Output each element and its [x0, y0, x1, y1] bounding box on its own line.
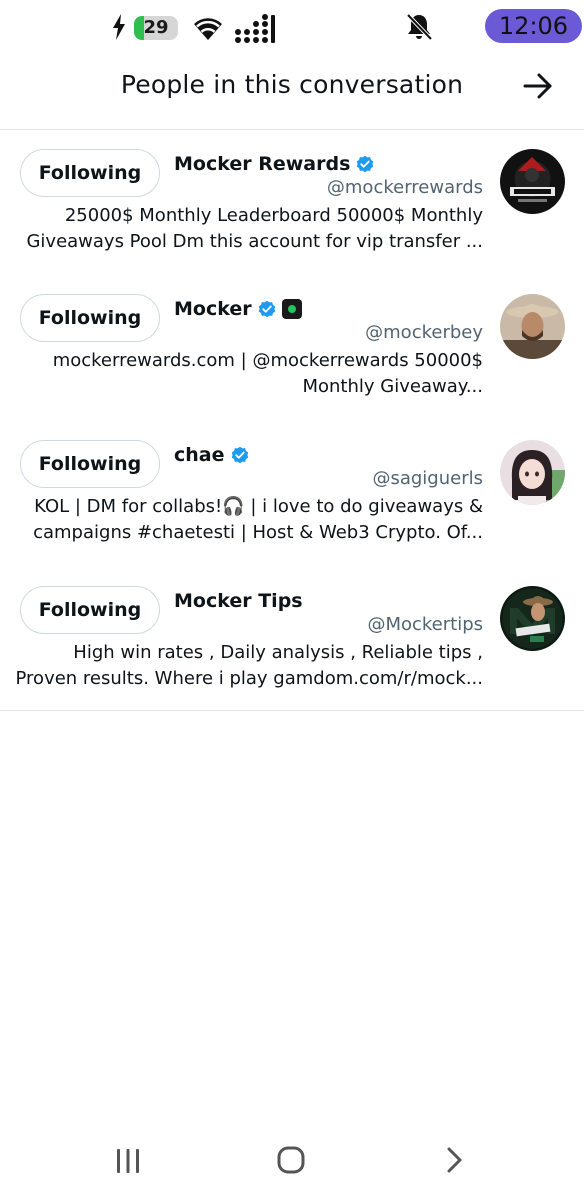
user-handle: @sagiguerls — [372, 468, 483, 489]
back-icon[interactable] — [444, 1146, 464, 1174]
user-handle: @mockerrewards — [326, 177, 483, 198]
recents-icon[interactable] — [114, 1148, 142, 1174]
display-name: Mocker Tips — [174, 590, 303, 612]
clock: 12:06 — [485, 9, 582, 43]
verified-badge-icon — [258, 300, 275, 318]
list-item[interactable]: Following Mocker @mockerbey mockerreward… — [0, 276, 584, 421]
user-handle: @Mockertips — [367, 614, 483, 635]
verified-badge-icon — [231, 446, 248, 464]
arrow-right-icon[interactable] — [522, 70, 554, 102]
list-item[interactable]: Following Mocker Rewards @mockerrewards … — [0, 131, 584, 276]
affiliate-badge-icon — [281, 299, 302, 319]
signal-icon — [235, 14, 275, 43]
user-bio: High win rates , Daily analysis , Reliab… — [15, 642, 483, 689]
avatar[interactable] — [500, 294, 565, 359]
user-handle: @mockerbey — [365, 322, 483, 343]
page-title: People in this conversation — [120, 70, 464, 99]
system-nav-bar — [0, 1120, 584, 1200]
list-item[interactable]: Following chae @sagiguerls KOL | DM for … — [0, 422, 584, 567]
user-bio: 25000$ Monthly Leaderboard 50000$ Monthl… — [26, 205, 483, 252]
wifi-icon — [194, 18, 222, 40]
verified-badge-icon — [357, 155, 374, 173]
display-name: Mocker Rewards — [174, 153, 351, 175]
battery-level: 29 — [143, 17, 169, 38]
list-item[interactable]: Following Mocker Tips @Mockertips High w… — [0, 568, 584, 713]
mute-icon — [406, 13, 433, 41]
following-button[interactable]: Following — [20, 586, 160, 634]
name-row: Mocker Rewards — [174, 151, 374, 177]
name-row: Mocker Tips — [174, 588, 303, 614]
following-button[interactable]: Following — [20, 440, 160, 488]
avatar[interactable] — [500, 149, 565, 214]
following-button[interactable]: Following — [20, 294, 160, 342]
header: People in this conversation — [0, 54, 584, 130]
people-list: Following Mocker Rewards @mockerrewards … — [0, 131, 584, 711]
charging-bolt-icon — [113, 14, 125, 40]
status-bar: 29 12:06 — [0, 0, 584, 54]
name-row: Mocker — [174, 296, 302, 322]
home-icon[interactable] — [277, 1146, 305, 1174]
user-bio: mockerrewards.com | @mockerrewards 50000… — [52, 350, 483, 397]
avatar[interactable] — [500, 586, 565, 651]
display-name: chae — [174, 444, 225, 466]
avatar[interactable] — [500, 440, 565, 505]
battery-icon: 29 — [134, 16, 178, 40]
display-name: Mocker — [174, 298, 252, 320]
name-row: chae — [174, 442, 249, 468]
user-bio: KOL | DM for collabs!🎧 | i love to do gi… — [33, 496, 483, 543]
following-button[interactable]: Following — [20, 149, 160, 197]
